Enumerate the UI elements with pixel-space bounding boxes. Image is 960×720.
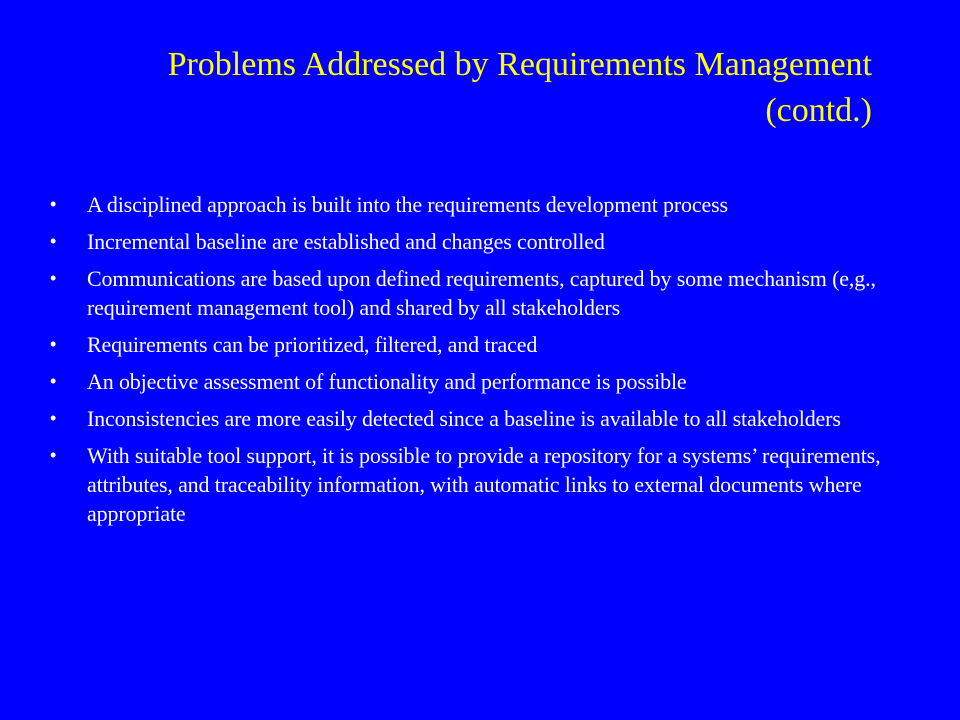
bullet-marker: • bbox=[50, 371, 57, 391]
bullet-item-incremental-baseline: • Incremental baseline are established a… bbox=[50, 227, 930, 256]
bullet-item-objective-assessment: • An objective assessment of functionali… bbox=[50, 367, 930, 396]
bullet-item-inconsistencies: • Inconsistencies are more easily detect… bbox=[50, 404, 930, 433]
bullet-item-prioritized-filtered-traced: • Requirements can be prioritized, filte… bbox=[50, 330, 930, 359]
bullet-marker: • bbox=[50, 194, 57, 214]
bullet-marker: • bbox=[50, 445, 57, 465]
bullet-item-communications: • Communications are based upon defined … bbox=[50, 264, 930, 322]
bullet-text: An objective assessment of functionality… bbox=[87, 369, 687, 394]
bullet-text: A disciplined approach is built into the… bbox=[87, 192, 728, 217]
bullet-text: Requirements can be prioritized, filtere… bbox=[87, 332, 538, 357]
bullet-text: Communications are based upon defined re… bbox=[87, 266, 876, 320]
slide: Problems Addressed by Requirements Manag… bbox=[0, 0, 960, 720]
slide-title-line-2: (contd.) bbox=[765, 92, 872, 129]
bullet-list: • A disciplined approach is built into t… bbox=[50, 190, 930, 536]
bullet-item-disciplined-approach: • A disciplined approach is built into t… bbox=[50, 190, 930, 219]
slide-title-line-1: Problems Addressed by Requirements Manag… bbox=[167, 46, 872, 83]
bullet-text: Inconsistencies are more easily detected… bbox=[87, 406, 841, 431]
bullet-marker: • bbox=[50, 268, 57, 288]
bullet-text: With suitable tool support, it is possib… bbox=[87, 443, 881, 526]
slide-title: Problems Addressed by Requirements Manag… bbox=[80, 42, 872, 134]
bullet-text: Incremental baseline are established and… bbox=[87, 229, 605, 254]
bullet-marker: • bbox=[50, 231, 57, 251]
bullet-item-tool-support: • With suitable tool support, it is poss… bbox=[50, 441, 930, 528]
bullet-marker: • bbox=[50, 334, 57, 354]
bullet-marker: • bbox=[50, 408, 57, 428]
